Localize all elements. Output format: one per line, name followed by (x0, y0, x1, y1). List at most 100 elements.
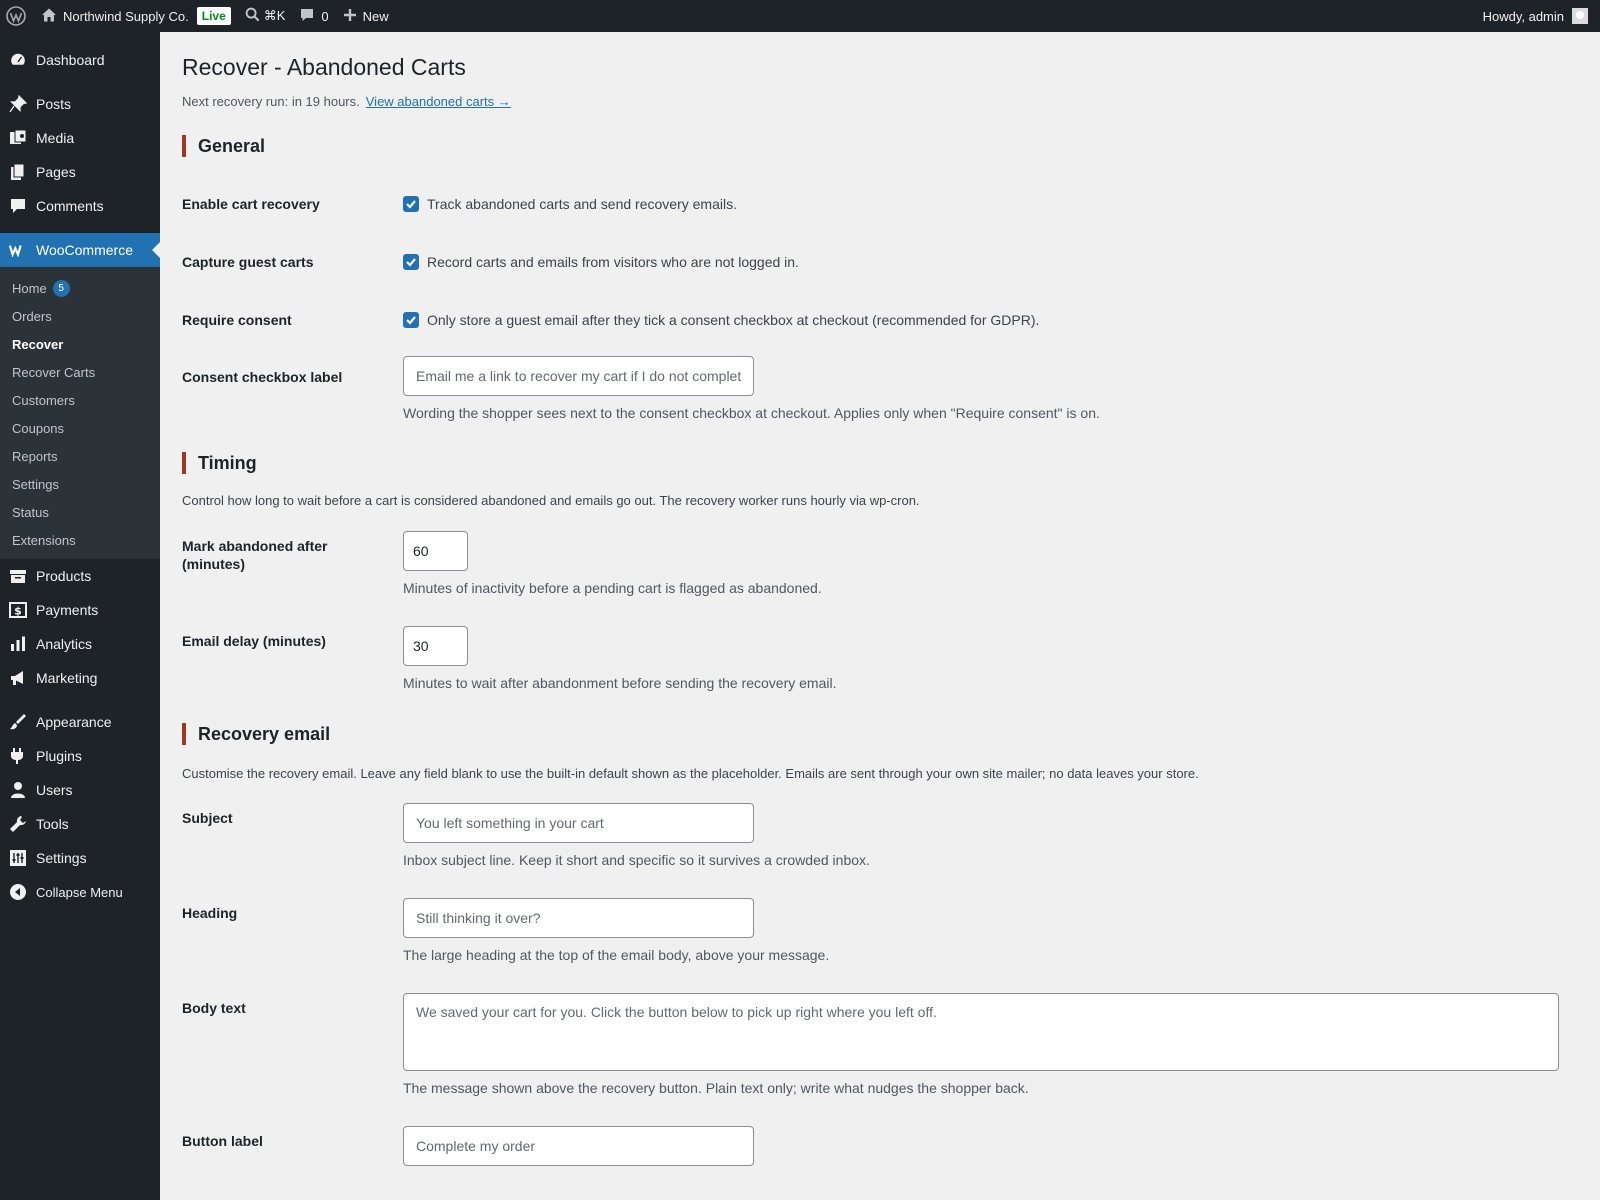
sidebar-label: Collapse Menu (36, 884, 123, 900)
sidebar-item-appearance[interactable]: Appearance (0, 705, 160, 739)
subject-input[interactable] (403, 803, 754, 843)
sidebar-label: Pages (36, 164, 76, 180)
media-icon (9, 129, 27, 147)
sidebar-subitem-extensions[interactable]: Extensions (0, 526, 160, 554)
sidebar-label: Dashboard (36, 52, 105, 68)
command-search-button[interactable]: ⌘K (238, 0, 293, 32)
sidebar-item-users[interactable]: Users (0, 773, 160, 807)
field-label: Consent checkbox label (182, 369, 343, 385)
sidebar-subitem-coupons[interactable]: Coupons (0, 414, 160, 442)
help-text: Minutes of inactivity before a pending c… (403, 580, 822, 596)
help-text: The message shown above the recovery but… (403, 1080, 1029, 1096)
sidebar-item-marketing[interactable]: Marketing (0, 661, 160, 695)
search-icon (245, 7, 264, 25)
avatar (1572, 8, 1588, 24)
sidebar-item-media[interactable]: Media (0, 121, 160, 155)
sidebar-label: Analytics (36, 636, 93, 652)
field-label: Enable cart recovery (182, 196, 320, 212)
sidebar-subitem-reports[interactable]: Reports (0, 442, 160, 470)
sidebar-item-dashboard[interactable]: Dashboard (0, 43, 160, 77)
account-menu[interactable]: Howdy, admin (1476, 0, 1600, 32)
sidebar-subitem-status[interactable]: Status (0, 498, 160, 526)
field-label: Body text (182, 1000, 246, 1016)
checkbox-text: Record carts and emails from visitors wh… (427, 254, 799, 270)
sub-label: Settings (12, 476, 59, 492)
sidebar-subitem-recover[interactable]: Recover (0, 330, 160, 358)
next-run-text: Next recovery run: in 19 hours. (182, 94, 360, 109)
enable-recovery-checkbox[interactable] (403, 196, 419, 212)
sidebar-item-comments[interactable]: Comments (0, 189, 160, 223)
sidebar-subitem-home[interactable]: Home 5 (0, 274, 160, 302)
pages-icon (9, 163, 27, 181)
consent-label-input[interactable] (403, 356, 754, 396)
wordpress-logo-icon[interactable] (0, 0, 34, 32)
new-label: New (362, 8, 389, 24)
row-subject: Subject Inbox subject line. Keep it shor… (182, 803, 1578, 868)
howdy-text: Howdy, admin (1482, 8, 1564, 24)
bar-chart-icon (9, 635, 27, 653)
woocommerce-submenu: Home 5 Orders Recover Recover Carts Cust… (0, 267, 160, 559)
sidebar-item-payments[interactable]: $ Payments (0, 593, 160, 627)
user-icon (9, 781, 27, 799)
wrench-icon (9, 815, 27, 833)
live-badge: Live (196, 7, 231, 25)
sidebar-label: Media (36, 130, 75, 146)
email-delay-input[interactable] (403, 626, 468, 666)
collapse-arrow-icon (9, 883, 27, 901)
sidebar-item-tools[interactable]: Tools (0, 807, 160, 841)
sidebar-subitem-customers[interactable]: Customers (0, 386, 160, 414)
require-consent-checkbox[interactable] (403, 312, 419, 328)
new-content-button[interactable]: New (336, 0, 396, 32)
help-text: Minutes to wait after abandonment before… (403, 675, 837, 691)
sidebar-label: Plugins (36, 748, 82, 764)
sidebar-label: Posts (36, 96, 72, 112)
sidebar-subitem-orders[interactable]: Orders (0, 302, 160, 330)
field-label: Mark abandoned after (minutes) (182, 538, 328, 572)
field-label: Subject (182, 810, 233, 826)
sidebar-item-plugins[interactable]: Plugins (0, 739, 160, 773)
mark-abandoned-input[interactable] (403, 531, 468, 571)
collapse-menu-button[interactable]: Collapse Menu (0, 875, 160, 909)
sub-label: Extensions (12, 532, 76, 548)
body-text-textarea[interactable] (403, 993, 1559, 1071)
sidebar-item-analytics[interactable]: Analytics (0, 627, 160, 661)
plugin-icon (9, 747, 27, 765)
comment-icon (9, 197, 27, 215)
sidebar-label: Appearance (36, 714, 112, 730)
capture-guest-checkbox[interactable] (403, 254, 419, 270)
sidebar-item-products[interactable]: Products (0, 559, 160, 593)
page-title: Recover - Abandoned Carts (182, 54, 466, 80)
field-label: Require consent (182, 312, 292, 328)
section-heading-general: General (182, 135, 1578, 157)
search-shortcut: ⌘K (263, 8, 286, 23)
field-label: Capture guest carts (182, 254, 314, 270)
sidebar-label: Payments (36, 602, 99, 618)
site-name: Northwind Supply Co. (63, 8, 189, 24)
heading-input[interactable] (403, 898, 754, 938)
sub-label: Customers (12, 392, 75, 408)
sidebar-label: WooCommerce (36, 242, 133, 258)
view-abandoned-carts-link[interactable]: View abandoned carts → (366, 94, 511, 109)
sidebar-label: Settings (36, 850, 87, 866)
sub-label: Reports (12, 448, 58, 464)
sidebar-item-settings[interactable]: Settings (0, 841, 160, 875)
button-label-input[interactable] (403, 1126, 754, 1166)
help-text: Inbox subject line. Keep it short and sp… (403, 852, 870, 868)
row-require-consent: Require consent Only store a guest email… (182, 311, 1578, 329)
sidebar-label: Comments (36, 198, 104, 214)
main-content: Recover - Abandoned Carts Next recovery … (160, 32, 1600, 1200)
site-name-link[interactable]: Northwind Supply Co. Live (34, 0, 238, 32)
sidebar-label: Marketing (36, 670, 98, 686)
sidebar-subitem-recover-carts[interactable]: Recover Carts (0, 358, 160, 386)
section-heading-recovery-email: Recovery email (182, 723, 1578, 745)
sidebar-item-pages[interactable]: Pages (0, 155, 160, 189)
row-capture-guest: Capture guest carts Record carts and ema… (182, 253, 1578, 271)
section-description: Control how long to wait before a cart i… (182, 493, 920, 508)
sub-label: Home (12, 280, 47, 296)
sidebar-subitem-settings[interactable]: Settings (0, 470, 160, 498)
comments-link[interactable]: 0 (292, 0, 335, 32)
sidebar-item-woocommerce[interactable]: WooCommerce (0, 233, 160, 267)
field-label: Email delay (minutes) (182, 633, 326, 649)
sidebar-item-posts[interactable]: Posts (0, 87, 160, 121)
archive-icon (9, 567, 27, 585)
